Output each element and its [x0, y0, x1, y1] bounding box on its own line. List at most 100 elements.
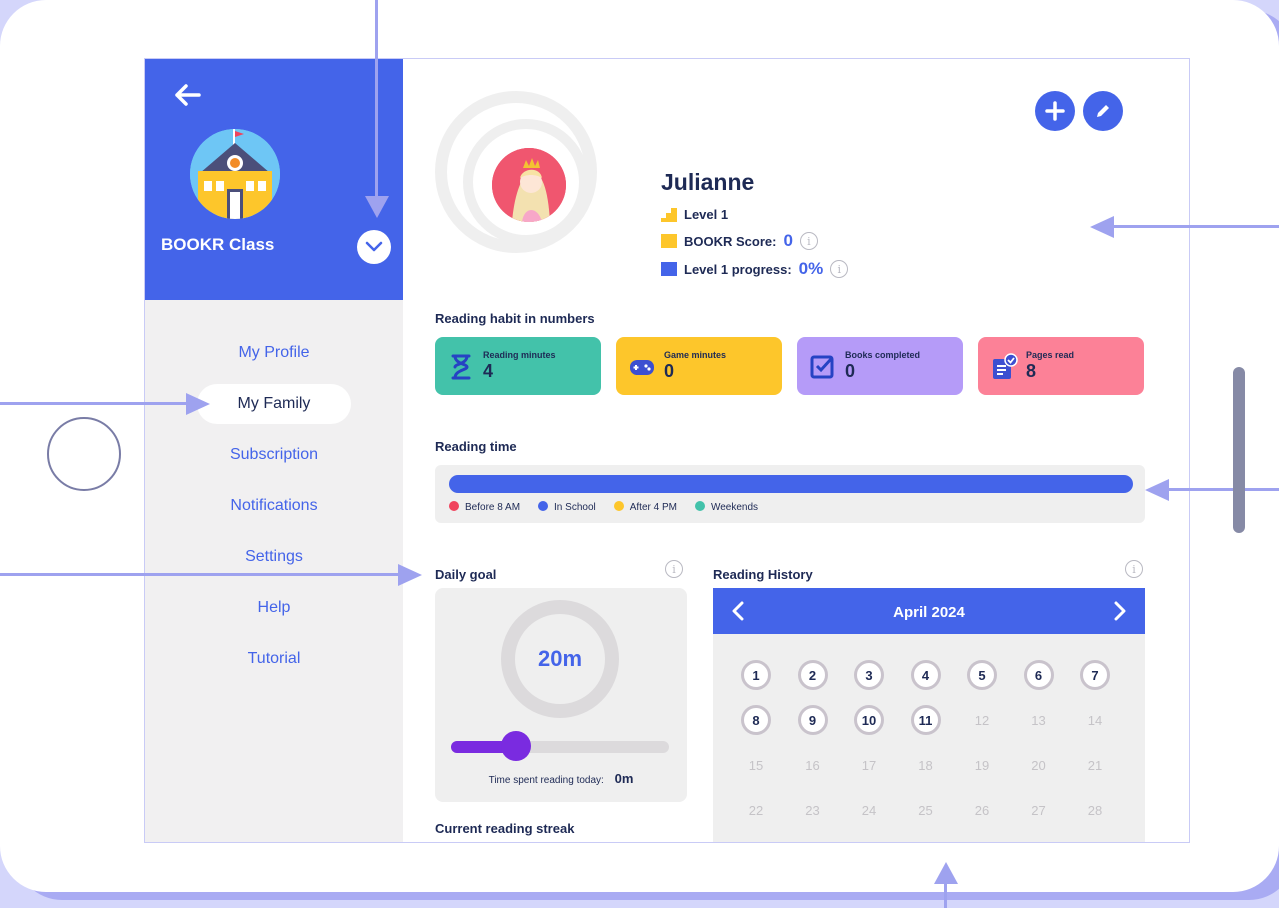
- card-books-completed[interactable]: Books completed 0: [797, 337, 963, 395]
- calendar-day-cell: 2: [797, 660, 855, 695]
- progress-info-icon[interactable]: i: [830, 260, 849, 278]
- calendar-day[interactable]: 14: [1080, 705, 1110, 735]
- card-label: Game minutes: [664, 350, 727, 360]
- sidebar-item-my-profile[interactable]: My Profile: [197, 333, 351, 373]
- calendar-day[interactable]: 15: [741, 750, 771, 780]
- pointer-line: [1110, 225, 1279, 228]
- scrollbar-thumb[interactable]: [1233, 367, 1245, 533]
- back-arrow-icon[interactable]: [169, 77, 205, 113]
- plus-icon: [1045, 101, 1065, 121]
- calendar-day-cell: 27: [1024, 795, 1081, 830]
- sidebar-item-settings[interactable]: Settings: [197, 537, 351, 577]
- progress-value: 0%: [798, 259, 824, 278]
- sidebar-item-my-family[interactable]: My Family: [197, 384, 351, 424]
- sidebar-item-notifications[interactable]: Notifications: [197, 486, 351, 526]
- reading-history-title: Reading History: [713, 567, 813, 582]
- goal-slider-track[interactable]: [451, 741, 669, 753]
- legend-dot: [538, 501, 549, 511]
- legend-item: Weekends: [694, 501, 758, 513]
- class-dropdown-toggle[interactable]: [357, 230, 391, 264]
- calendar-day-cell: 18: [911, 750, 968, 785]
- daily-goal-panel: 20m Time spent reading today: 0m: [435, 588, 687, 802]
- score-info-icon[interactable]: i: [799, 232, 818, 250]
- profile-avatar[interactable]: [492, 148, 566, 222]
- calendar-day[interactable]: 12: [967, 705, 997, 735]
- calendar-day-cell: 10: [854, 705, 911, 740]
- calendar-day-cell: 8: [741, 705, 798, 740]
- calendar-day-read[interactable]: 2: [797, 660, 828, 690]
- calendar-day[interactable]: 16: [798, 750, 828, 780]
- score-line: BOOKR Score: 0 i: [661, 231, 818, 251]
- streak-title: Current reading streak: [435, 821, 575, 836]
- goal-slider-handle[interactable]: [501, 731, 532, 761]
- pointer-arrowhead-right-icon: [186, 393, 210, 415]
- calendar-day-read[interactable]: 11: [910, 705, 941, 735]
- level-text: Level 1: [684, 207, 729, 222]
- calendar-day-read[interactable]: 8: [741, 705, 771, 735]
- calendar-day[interactable]: 24: [854, 795, 884, 825]
- school-avatar: [190, 129, 280, 219]
- calendar-day-cell: 17: [854, 750, 911, 785]
- sidebar-item-help[interactable]: Help: [197, 588, 351, 628]
- document-check-icon: [993, 353, 1018, 379]
- calendar-day[interactable]: 26: [967, 795, 997, 825]
- edit-button[interactable]: [1083, 91, 1123, 131]
- calendar: April 2024 1 2 3 4 5 6 7 8 9 10 11 12 13 14 15 16 17 18 19…: [713, 588, 1145, 842]
- calendar-day[interactable]: 27: [1024, 795, 1054, 825]
- calendar-day[interactable]: 23: [798, 795, 828, 825]
- next-month-button[interactable]: [1107, 598, 1133, 624]
- legend-item: After 4 PM: [613, 501, 677, 513]
- progress-line: Level 1 progress: 0% i: [661, 259, 849, 279]
- card-label: Pages read: [1026, 350, 1075, 360]
- today-value: 0m: [614, 771, 634, 786]
- calendar-day[interactable]: 28: [1080, 795, 1110, 825]
- calendar-day[interactable]: 21: [1080, 750, 1110, 780]
- sidebar-item-subscription[interactable]: Subscription: [197, 435, 351, 475]
- sidebar-header: BOOKR Class: [145, 59, 403, 300]
- calendar-header: April 2024: [713, 588, 1145, 634]
- calendar-day-read[interactable]: 5: [967, 660, 997, 690]
- level-stairs-icon: [661, 207, 677, 222]
- reading-time-legend: Before 8 AM In School After 4 PM Weekend…: [449, 501, 758, 513]
- pointer-arrowhead-left-icon: [1145, 479, 1169, 501]
- daily-goal-info-icon[interactable]: i: [665, 560, 683, 578]
- sidebar-item-tutorial[interactable]: Tutorial: [197, 639, 351, 679]
- calendar-day-read[interactable]: 1: [741, 660, 771, 690]
- add-button[interactable]: [1035, 91, 1075, 131]
- card-value: 8: [1026, 361, 1037, 381]
- calendar-day-cell: 13: [1024, 705, 1081, 740]
- calendar-day[interactable]: 13: [1024, 705, 1054, 735]
- calendar-day[interactable]: 25: [911, 795, 941, 825]
- calendar-day-read[interactable]: 6: [1023, 660, 1054, 690]
- calendar-day[interactable]: 22: [741, 795, 771, 825]
- tap-indicator: [47, 417, 121, 491]
- calendar-day[interactable]: 17: [854, 750, 884, 780]
- card-reading-minutes[interactable]: Reading minutes 4: [435, 337, 601, 395]
- card-label: Reading minutes: [483, 350, 556, 360]
- calendar-day[interactable]: 18: [911, 750, 941, 780]
- calendar-day-cell: 24: [854, 795, 911, 830]
- legend-dot: [694, 501, 705, 511]
- user-name: Julianne: [661, 169, 755, 195]
- calendar-day-read[interactable]: 3: [854, 660, 884, 690]
- card-pages-read[interactable]: Pages read 8: [978, 337, 1144, 395]
- calendar-day-read[interactable]: 10: [854, 705, 884, 735]
- card-game-minutes[interactable]: Game minutes 0: [616, 337, 782, 395]
- goal-caption-text: Time spent reading today:: [488, 775, 604, 786]
- calendar-day-read[interactable]: 9: [797, 705, 828, 735]
- calendar-day-cell: 12: [967, 705, 1024, 740]
- calendar-day[interactable]: 20: [1024, 750, 1054, 780]
- pointer-arrowhead-right-icon: [398, 564, 422, 586]
- calendar-day-cell: 6: [1023, 660, 1081, 695]
- pointer-line: [375, 0, 378, 200]
- card-value: 4: [483, 361, 494, 381]
- calendar-day-cell: 20: [1024, 750, 1081, 785]
- reading-history-info-icon[interactable]: i: [1125, 560, 1143, 578]
- calendar-day[interactable]: 19: [967, 750, 997, 780]
- calendar-day-cell: 11: [910, 705, 968, 740]
- calendar-day-read[interactable]: 7: [1080, 660, 1110, 690]
- app-window: BOOKR Class My Profile My Family Subscri…: [144, 58, 1190, 843]
- legend-item: Before 8 AM: [449, 501, 520, 513]
- calendar-day-read[interactable]: 4: [910, 660, 941, 690]
- progress-square-icon: [661, 262, 677, 276]
